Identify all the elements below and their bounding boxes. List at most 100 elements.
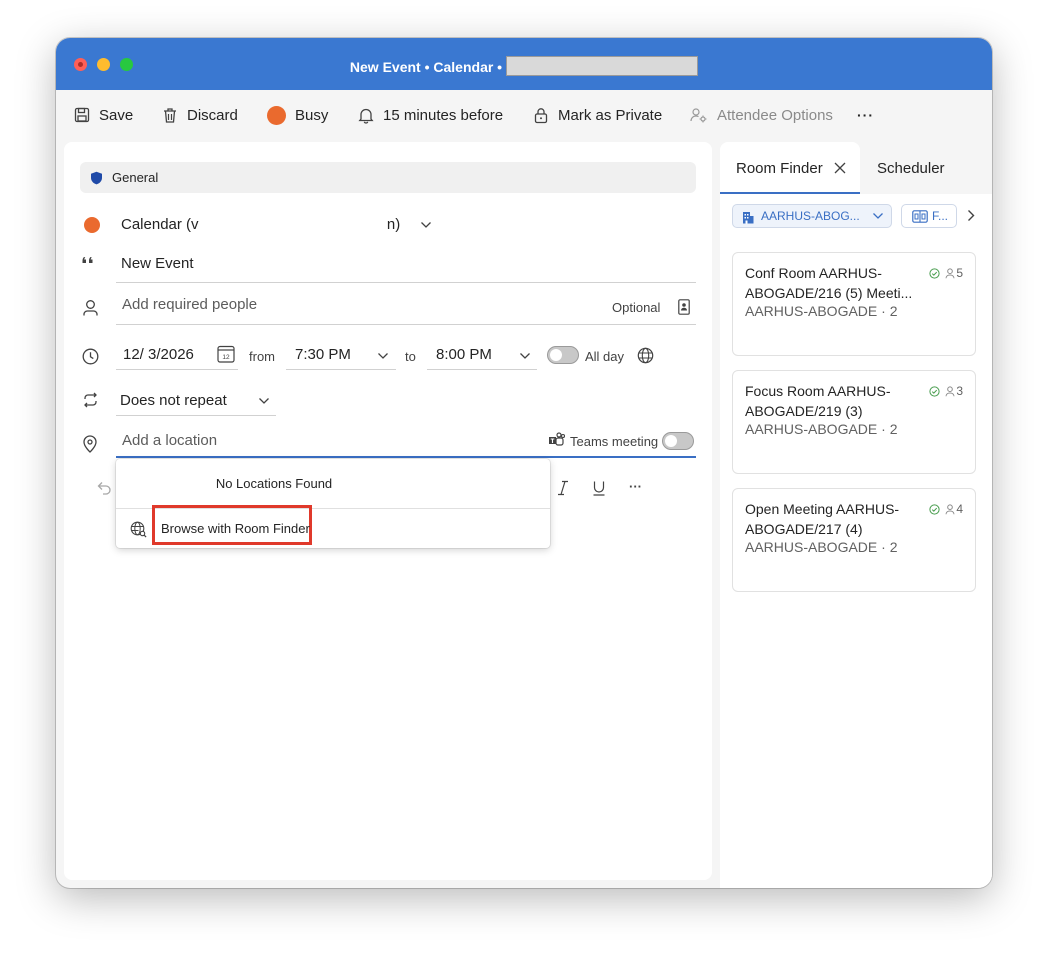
person-icon (945, 503, 955, 514)
no-locations-message: No Locations Found (215, 476, 333, 491)
busy-label: Busy (295, 106, 329, 124)
event-toolbar: Save Discard Busy 15 minutes before Mark… (56, 90, 992, 140)
event-title-input[interactable]: New Event (121, 255, 194, 272)
room-card[interactable]: Focus Room AARHUS-ABOGADE/219 (3) AARHUS… (732, 370, 976, 474)
teams-icon (549, 432, 565, 446)
person-icon (945, 385, 955, 396)
chevron-down-icon (259, 398, 269, 404)
more-format-button[interactable]: ··· (629, 479, 642, 494)
tab-scheduler[interactable]: Scheduler (877, 160, 945, 177)
room-capacity: 3 (956, 384, 963, 398)
clock-icon (82, 348, 99, 365)
features-filter-label: F... (932, 209, 949, 223)
trash-icon (164, 107, 176, 123)
undo-icon[interactable] (96, 480, 112, 496)
repeat-select[interactable]: Does not repeat (120, 392, 227, 409)
available-check-icon (929, 503, 940, 515)
building-filter[interactable]: AARHUS-ABOG... (732, 204, 892, 228)
room-card[interactable]: Open Meeting AARHUS-ABOGADE/217 (4) AARH… (732, 488, 976, 592)
chevron-down-icon (378, 353, 388, 359)
mark-private-button[interactable]: Mark as Private (533, 104, 662, 126)
people-underline (116, 324, 696, 325)
end-time-select[interactable]: 8:00 PM (436, 346, 492, 363)
date-underline (116, 369, 238, 370)
reminder-button[interactable]: 15 minutes before (358, 104, 503, 126)
svg-text:12: 12 (222, 354, 230, 361)
tab-room-finder[interactable]: Room Finder (720, 142, 860, 194)
start-time-underline (286, 369, 396, 370)
title-bar: New Event • Calendar • (56, 38, 992, 90)
calendar-selector[interactable]: Calendar (v n) (121, 216, 432, 233)
chevron-right-icon[interactable] (967, 209, 975, 222)
busy-status-dot (267, 105, 286, 125)
room-location: AARHUS-ABOGADE · 2 (745, 539, 898, 555)
room-name: Open Meeting AARHUS-ABOGADE/217 (4) (745, 501, 900, 537)
more-options-button[interactable]: ··· (857, 104, 874, 126)
available-check-icon (929, 385, 940, 397)
shield-icon (91, 171, 102, 184)
to-label: to (405, 349, 416, 364)
location-suggestions-dropdown: No Locations Found Browse with Room Find… (116, 459, 550, 548)
globe-icon[interactable] (637, 347, 654, 364)
features-filter[interactable]: F... (901, 204, 957, 228)
all-day-toggle[interactable] (547, 346, 579, 364)
attendee-options-label: Attendee Options (717, 106, 833, 124)
people-settings-icon (690, 107, 707, 122)
globe-search-icon (130, 521, 147, 538)
busy-status-button[interactable]: Busy (267, 104, 328, 126)
room-meta: 5 (926, 266, 963, 280)
calendar-name: Calendar (v (121, 216, 199, 233)
lock-icon (534, 107, 548, 123)
close-icon[interactable] (834, 162, 846, 174)
repeat-icon (84, 392, 97, 408)
available-check-icon (929, 267, 940, 279)
end-time-underline (427, 369, 537, 370)
calendar-color-dot (84, 217, 100, 233)
person-icon (945, 267, 955, 278)
attendee-options-button[interactable]: Attendee Options (690, 104, 833, 126)
all-day-label: All day (585, 349, 625, 364)
room-name: Focus Room AARHUS-ABOGADE/219 (3) (745, 383, 891, 419)
save-icon (74, 107, 90, 123)
quote-icon (82, 257, 93, 263)
underline-icon[interactable] (592, 480, 606, 496)
more-options-label: ··· (857, 107, 874, 123)
chevron-down-icon (421, 222, 432, 228)
room-location: AARHUS-ABOGADE · 2 (745, 303, 898, 319)
person-icon (83, 300, 98, 316)
window-title: New Event • Calendar • (56, 56, 992, 76)
teams-meeting-toggle[interactable] (662, 432, 694, 450)
start-date-input[interactable]: 12/ 3/2026 (123, 346, 194, 363)
room-meta: 4 (926, 502, 963, 516)
side-panel: Room Finder Scheduler AARHUS-ABOG... F..… (720, 142, 992, 888)
room-meta: 3 (926, 384, 963, 398)
sensitivity-label-chip[interactable]: General (80, 162, 696, 193)
location-pin-icon (83, 435, 97, 453)
repeat-underline (116, 415, 276, 416)
optional-attendees-link[interactable]: Optional (612, 300, 660, 315)
window-title-text: New Event • Calendar • (349, 59, 503, 75)
tab-room-finder-label: Room Finder (736, 160, 823, 177)
bell-icon (358, 108, 374, 124)
chevron-down-icon (872, 213, 883, 219)
reminder-label: 15 minutes before (383, 106, 504, 124)
required-people-input[interactable]: Add required people (122, 296, 257, 313)
discard-label: Discard (187, 106, 238, 124)
location-underline (116, 456, 696, 458)
save-button[interactable]: Save (74, 104, 133, 126)
location-input[interactable]: Add a location (122, 432, 217, 449)
start-time-select[interactable]: 7:30 PM (295, 346, 351, 363)
address-book-icon[interactable] (678, 299, 690, 315)
teams-meeting-label: Teams meeting (570, 434, 659, 449)
building-icon (743, 211, 754, 223)
browse-room-finder-button[interactable]: Browse with Room Finder (152, 505, 312, 545)
room-card[interactable]: Conf Room AARHUS-ABOGADE/216 (5) Meeti..… (732, 252, 976, 356)
browse-room-finder-label: Browse with Room Finder (161, 521, 310, 536)
calendar-icon[interactable]: 12 (217, 345, 235, 363)
room-finder-body: AARHUS-ABOG... F... Conf Room AARHUS-ABO… (720, 194, 992, 888)
italic-icon[interactable] (556, 480, 570, 496)
discard-button[interactable]: Discard (162, 104, 238, 126)
save-label: Save (99, 106, 134, 124)
sensitivity-label-text: General (112, 170, 159, 185)
from-label: from (249, 349, 275, 364)
